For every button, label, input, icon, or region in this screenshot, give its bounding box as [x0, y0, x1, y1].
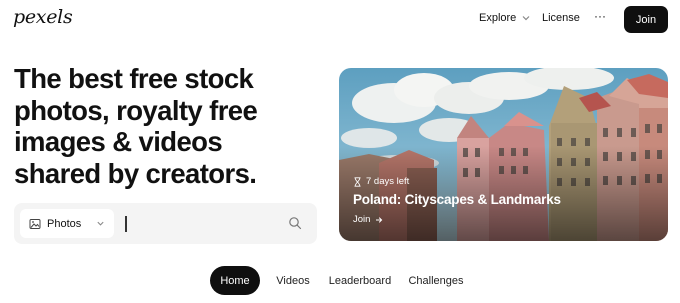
explore-label: Explore	[479, 12, 517, 24]
featured-challenge-card[interactable]: 7 days left Poland: Cityscapes & Landmar…	[339, 68, 668, 241]
text-cursor	[125, 216, 127, 232]
content-tabs: Home Videos Leaderboard Challenges	[0, 266, 680, 296]
challenge-join-link[interactable]: Join	[353, 214, 383, 225]
challenge-title[interactable]: Poland: Cityscapes & Landmarks	[353, 192, 561, 207]
search-icon[interactable]	[288, 216, 302, 230]
arrow-right-icon	[376, 216, 383, 223]
tab-leaderboard[interactable]: Leaderboard	[322, 266, 398, 295]
chevron-down-icon	[522, 16, 530, 21]
pexels-logo[interactable]: pexels	[13, 6, 73, 28]
license-link[interactable]: License	[542, 12, 580, 24]
challenge-join-label: Join	[353, 214, 371, 225]
featured-photo	[339, 68, 668, 241]
media-type-select[interactable]: Photos	[20, 209, 114, 238]
hero-headline: The best free stock photos, royalty free…	[14, 63, 258, 189]
more-menu-button[interactable]: ···	[594, 9, 606, 23]
tab-home[interactable]: Home	[210, 266, 260, 295]
tab-challenges[interactable]: Challenges	[404, 266, 468, 295]
tab-videos[interactable]: Videos	[268, 266, 318, 295]
challenge-days-left: 7 days left	[366, 176, 410, 187]
chevron-down-icon	[97, 221, 104, 226]
media-type-label: Photos	[47, 217, 82, 230]
challenge-meta: 7 days left	[353, 176, 409, 187]
join-button[interactable]: Join	[624, 6, 668, 33]
explore-menu-button[interactable]: Explore	[479, 12, 531, 24]
search-input[interactable]	[128, 209, 288, 238]
top-navbar: pexels Explore License ··· Join	[0, 0, 680, 40]
image-icon	[29, 218, 41, 229]
hourglass-icon	[354, 176, 361, 187]
search-bar: Photos	[14, 203, 317, 244]
